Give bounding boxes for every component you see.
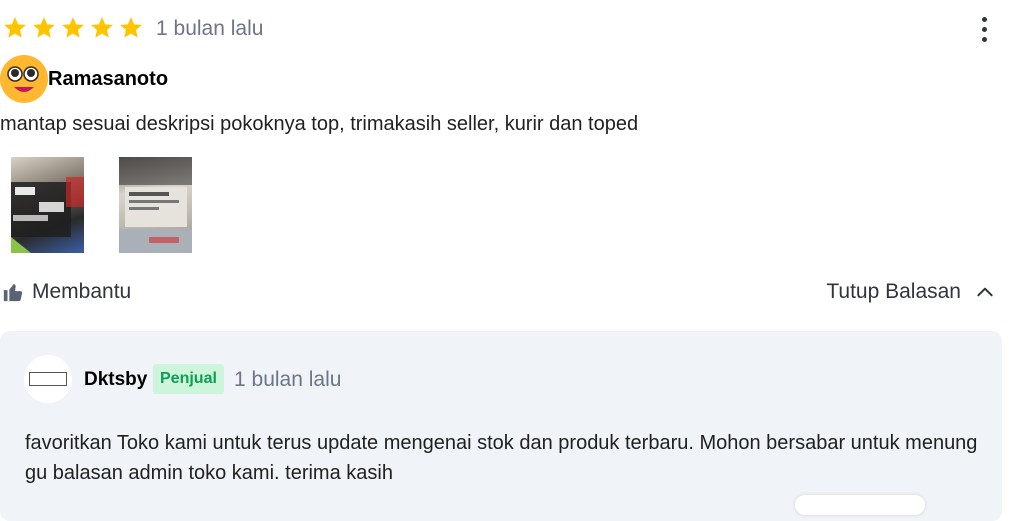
star-icon [91,17,113,38]
star-icon [4,17,26,38]
seller-avatar [24,355,72,403]
review-text: mantap sesuai deskripsi pokoknya top, tr… [0,113,639,135]
helpful-label: Membantu [32,280,132,303]
review-photo-thumbnail[interactable] [119,157,192,253]
avatar [0,55,48,103]
reply-text: favoritkan Toko kami untuk terus update … [25,432,978,484]
star-icon [33,17,55,38]
collapse-replies-label: Tutup Balasan [826,280,961,303]
rating-stars [2,15,144,41]
seller-reply: Dktsby Penjual 1 bulan lalu favoritkan T… [0,331,1002,521]
reviewer-name: Ramasanoto [48,68,169,90]
review-photo-thumbnail[interactable] [11,157,84,253]
kebab-menu-icon[interactable] [972,14,996,46]
star-icon [120,17,142,38]
thumbs-up-icon [3,283,23,302]
chevron-up-icon [977,287,993,297]
collapse-replies-button[interactable]: Tutup Balasan [826,280,995,304]
helpful-button[interactable]: Membantu [2,280,131,304]
seller-logo [29,372,67,386]
seller-name: Dktsby [84,369,148,390]
floating-pill[interactable] [795,495,925,515]
review-time: 1 bulan lalu [156,17,264,40]
star-icon [62,17,84,38]
seller-badge: Penjual [153,364,224,394]
reply-time: 1 bulan lalu [234,368,342,391]
